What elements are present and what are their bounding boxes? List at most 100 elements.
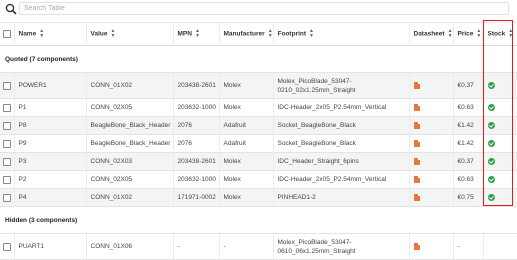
row-checkbox[interactable] bbox=[2, 139, 11, 148]
cell-footprint: Molex_PicoBlade_53047-0210_02x1.25mm_Str… bbox=[273, 72, 410, 99]
row-checkbox-cell[interactable] bbox=[0, 233, 15, 260]
search-bar bbox=[0, 0, 517, 18]
group-label: Hidden (3 components) bbox=[0, 206, 517, 234]
column-header-mpn[interactable]: MPN ▲ ▼ bbox=[173, 22, 220, 46]
cell-datasheet bbox=[409, 233, 454, 260]
pdf-icon[interactable] bbox=[413, 193, 420, 201]
group-label: Quoted (7 components) bbox=[0, 45, 517, 73]
group-header-hidden[interactable]: Hidden (3 components) bbox=[0, 206, 517, 234]
row-checkbox[interactable] bbox=[2, 175, 11, 184]
cell-value: CONN_01X02 bbox=[86, 72, 174, 99]
sort-icon[interactable]: ▲ ▼ bbox=[448, 29, 452, 39]
cell-price: €0.75 bbox=[453, 188, 484, 207]
cell-mpn: 203438-2601 bbox=[173, 72, 220, 99]
cell-footprint: IDC-Header_2x05_P2.54mm_Vertical bbox=[273, 170, 410, 189]
row-checkbox[interactable] bbox=[2, 193, 11, 202]
cell-mpn: - bbox=[173, 233, 220, 260]
row-checkbox[interactable] bbox=[2, 242, 11, 251]
table-header-row: Name ▲ ▼ Value ▲ ▼ MPN ▲ ▼ Manufacturer ▲ ▼ Foot… bbox=[0, 22, 517, 46]
row-checkbox-cell[interactable] bbox=[0, 98, 15, 117]
cell-manufacturer: Adafruit bbox=[219, 134, 274, 153]
cell-mpn: 203438-2601 bbox=[173, 152, 220, 171]
pdf-icon[interactable] bbox=[413, 103, 420, 111]
cell-stock bbox=[483, 188, 517, 207]
cell-value: CONN_02X05 bbox=[86, 98, 174, 117]
cell-manufacturer: Molex bbox=[219, 98, 274, 117]
pdf-icon[interactable] bbox=[413, 121, 420, 129]
pdf-icon[interactable] bbox=[413, 139, 420, 147]
column-header-manufacturer[interactable]: Manufacturer ▲ ▼ bbox=[219, 22, 274, 46]
cell-value: CONN_01X06 bbox=[86, 233, 174, 260]
sort-icon[interactable]: ▲ ▼ bbox=[309, 29, 314, 39]
column-header-stock[interactable]: Stock ▲ ▼ bbox=[483, 22, 517, 46]
cell-value: BeagleBone_Black_Header bbox=[86, 116, 174, 135]
row-checkbox[interactable] bbox=[2, 157, 11, 166]
cell-mpn: 203632-1000 bbox=[173, 98, 220, 117]
column-label: Value bbox=[90, 30, 108, 38]
pdf-icon[interactable] bbox=[413, 175, 420, 183]
table-row[interactable]: P3 CONN_02X03 203438-2601 Molex IDC_Head… bbox=[0, 152, 517, 171]
cell-name: POWER1 bbox=[14, 72, 87, 99]
cell-datasheet bbox=[409, 134, 454, 153]
cell-footprint: IDC_Header_Straight_6pins bbox=[273, 152, 410, 171]
sort-icon[interactable]: ▲ ▼ bbox=[39, 29, 44, 39]
row-checkbox-cell[interactable] bbox=[0, 134, 15, 153]
cell-price: €1.42 bbox=[453, 116, 484, 135]
check-circle-icon bbox=[487, 103, 495, 111]
column-header-footprint[interactable]: Footprint ▲ ▼ bbox=[273, 22, 410, 46]
cell-name: P4 bbox=[14, 188, 87, 207]
row-checkbox-cell[interactable] bbox=[0, 72, 15, 99]
column-label: Footprint bbox=[277, 30, 307, 38]
row-checkbox-cell[interactable] bbox=[0, 188, 15, 207]
cell-price: - bbox=[453, 233, 484, 260]
cell-value: CONN_01X02 bbox=[86, 188, 174, 207]
cell-manufacturer: Adafruit bbox=[219, 116, 274, 135]
table-row[interactable]: P1 CONN_02X05 203632-1000 Molex IDC-Head… bbox=[0, 98, 517, 117]
sort-icon[interactable]: ▲ ▼ bbox=[476, 29, 481, 39]
select-all-checkbox-cell[interactable] bbox=[0, 22, 15, 46]
cell-name: P8 bbox=[14, 116, 87, 135]
row-checkbox[interactable] bbox=[2, 103, 11, 112]
select-all-checkbox[interactable] bbox=[2, 30, 11, 38]
column-label: Name bbox=[18, 30, 37, 38]
table-row[interactable]: P2 CONN_02X05 203632-1000 Molex IDC-Head… bbox=[0, 170, 517, 189]
cell-stock bbox=[483, 233, 517, 260]
table-row[interactable]: POWER1 CONN_01X02 203438-2601 Molex Mole… bbox=[0, 72, 517, 99]
sort-icon[interactable]: ▲ ▼ bbox=[268, 29, 272, 39]
cell-mpn: 2076 bbox=[173, 134, 220, 153]
column-header-price[interactable]: Price ▲ ▼ bbox=[453, 22, 484, 46]
column-header-name[interactable]: Name ▲ ▼ bbox=[14, 22, 87, 46]
sort-icon[interactable]: ▲ ▼ bbox=[195, 29, 200, 39]
column-header-value[interactable]: Value ▲ ▼ bbox=[86, 22, 174, 46]
row-checkbox-cell[interactable] bbox=[0, 152, 15, 171]
cell-price: €1.42 bbox=[453, 134, 484, 153]
table-row[interactable]: P4 CONN_01X02 171971-0002 Molex PINHEAD1… bbox=[0, 188, 517, 207]
search-icon[interactable] bbox=[5, 3, 17, 15]
pdf-icon[interactable] bbox=[413, 81, 420, 89]
row-checkbox[interactable] bbox=[2, 121, 11, 130]
cell-stock bbox=[483, 152, 517, 171]
search-input[interactable] bbox=[19, 2, 509, 15]
sort-icon[interactable]: ▲ ▼ bbox=[110, 29, 115, 39]
cell-stock bbox=[483, 98, 517, 117]
cell-footprint: Socket_BeagleBone_Black bbox=[273, 116, 410, 135]
cell-mpn: 2076 bbox=[173, 116, 220, 135]
column-header-datasheet[interactable]: Datasheet ▲ ▼ bbox=[409, 22, 454, 46]
table-row[interactable]: P8 BeagleBone_Black_Header 2076 Adafruit… bbox=[0, 116, 517, 135]
row-checkbox-cell[interactable] bbox=[0, 116, 15, 135]
pdf-icon[interactable] bbox=[413, 157, 420, 165]
cell-manufacturer: Molex bbox=[219, 188, 274, 207]
cell-stock bbox=[483, 170, 517, 189]
table-row[interactable]: P9 BeagleBone_Black_Header 2076 Adafruit… bbox=[0, 134, 517, 153]
components-table: Name ▲ ▼ Value ▲ ▼ MPN ▲ ▼ Manufacturer ▲ ▼ Foot… bbox=[0, 22, 517, 260]
row-checkbox-cell[interactable] bbox=[0, 170, 15, 189]
column-label: Manufacturer bbox=[223, 30, 265, 38]
row-checkbox[interactable] bbox=[2, 81, 11, 90]
cell-manufacturer: Molex bbox=[219, 152, 274, 171]
sort-icon[interactable]: ▲ ▼ bbox=[508, 29, 513, 39]
cell-footprint: PINHEAD1-2 bbox=[273, 188, 410, 207]
group-header-quoted[interactable]: Quoted (7 components) bbox=[0, 45, 517, 73]
table-row[interactable]: PUART1 CONN_01X06 - - Molex_PicoBlade_53… bbox=[0, 233, 517, 260]
cell-footprint: Socket_BeagleBone_Black bbox=[273, 134, 410, 153]
cell-stock bbox=[483, 116, 517, 135]
